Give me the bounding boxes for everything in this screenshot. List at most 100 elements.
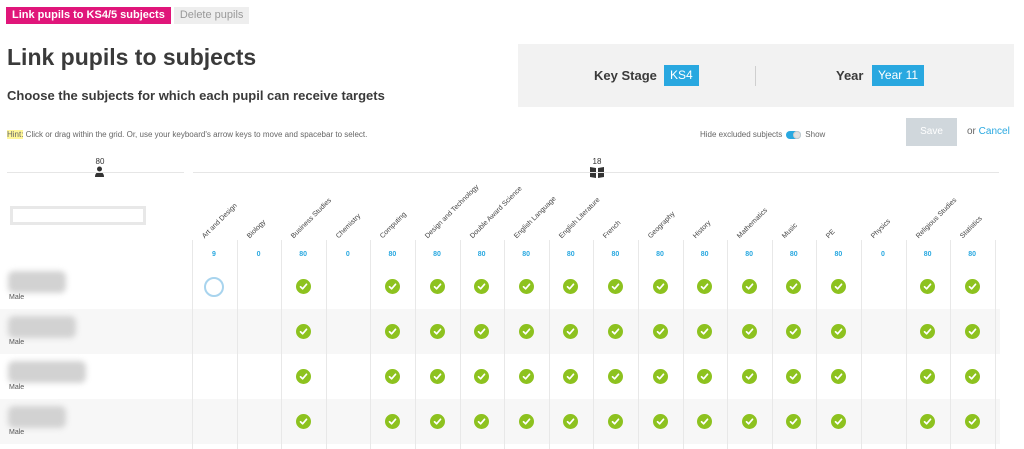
grid-cell[interactable] xyxy=(593,264,637,309)
grid-cell[interactable] xyxy=(460,264,504,309)
grid-cell[interactable] xyxy=(237,354,281,399)
grid-cell[interactable] xyxy=(683,399,727,444)
grid-cell[interactable] xyxy=(192,354,236,399)
grid-cell[interactable] xyxy=(727,309,771,354)
column-header[interactable]: Business Studies 80 xyxy=(281,188,333,258)
column-header[interactable]: Religious Studies 80 xyxy=(906,188,958,258)
column-header[interactable]: English Literature 80 xyxy=(549,188,601,258)
grid-cell[interactable] xyxy=(237,399,281,444)
check-icon xyxy=(295,279,311,294)
grid-cell[interactable] xyxy=(326,264,370,309)
grid-cell[interactable] xyxy=(281,309,325,354)
column-header[interactable]: Biology 0 xyxy=(237,188,281,258)
grid-cell[interactable] xyxy=(816,309,860,354)
context-panel: Key Stage KS4 Year Year 11 xyxy=(518,44,1014,107)
grid-cell[interactable] xyxy=(593,399,637,444)
grid-cell[interactable] xyxy=(683,264,727,309)
grid-cell[interactable] xyxy=(370,399,414,444)
grid-cell[interactable] xyxy=(192,399,236,444)
grid-cell[interactable] xyxy=(861,399,905,444)
grid-cell[interactable] xyxy=(861,264,905,309)
column-header[interactable]: Physics 0 xyxy=(861,188,905,258)
grid-cell[interactable] xyxy=(950,399,994,444)
grid-cell[interactable] xyxy=(504,264,548,309)
grid-cell[interactable] xyxy=(326,309,370,354)
grid-cell[interactable] xyxy=(504,399,548,444)
grid-cell[interactable] xyxy=(683,309,727,354)
grid-cell[interactable] xyxy=(504,309,548,354)
grid-cell[interactable] xyxy=(370,264,414,309)
grid-cell[interactable] xyxy=(906,399,950,444)
grid-cell[interactable] xyxy=(326,354,370,399)
grid-cell[interactable] xyxy=(906,264,950,309)
grid-cell[interactable] xyxy=(906,309,950,354)
grid-cell[interactable] xyxy=(415,309,459,354)
grid-cell[interactable] xyxy=(549,309,593,354)
key-stage-value[interactable]: KS4 xyxy=(664,65,699,86)
grid-cell[interactable] xyxy=(460,354,504,399)
grid-cell[interactable] xyxy=(950,309,994,354)
grid-cell[interactable] xyxy=(370,354,414,399)
column-header[interactable]: PE 80 xyxy=(816,188,860,258)
column-header[interactable]: Double Award Science 80 xyxy=(460,185,524,258)
grid-cell[interactable] xyxy=(326,399,370,444)
column-header[interactable]: Mathematics 80 xyxy=(727,188,771,258)
column-header[interactable]: English Language 80 xyxy=(504,188,558,258)
grid-cell[interactable] xyxy=(192,264,236,309)
grid-cell[interactable] xyxy=(237,264,281,309)
grid-cell[interactable] xyxy=(861,354,905,399)
column-header[interactable]: Design and Technology 80 xyxy=(415,184,480,258)
grid-cell[interactable] xyxy=(415,399,459,444)
grid-cell[interactable] xyxy=(816,354,860,399)
grid-cell[interactable] xyxy=(727,264,771,309)
grid-cell[interactable] xyxy=(950,354,994,399)
tab-link-pupils[interactable]: Link pupils to KS4/5 subjects xyxy=(6,7,171,24)
grid-cell[interactable] xyxy=(281,264,325,309)
tab-delete-pupils[interactable]: Delete pupils xyxy=(173,7,250,24)
grid-cell[interactable] xyxy=(683,354,727,399)
column-header[interactable]: Computing 80 xyxy=(370,188,414,258)
grid-cell[interactable] xyxy=(638,354,682,399)
grid-cell[interactable] xyxy=(415,354,459,399)
grid-cell[interactable] xyxy=(772,399,816,444)
grid-cell[interactable] xyxy=(727,354,771,399)
excluded-subjects-toggle[interactable] xyxy=(786,130,802,139)
grid-cell[interactable] xyxy=(281,354,325,399)
grid-cell[interactable] xyxy=(504,354,548,399)
grid-cell[interactable] xyxy=(861,309,905,354)
year-value[interactable]: Year 11 xyxy=(872,65,925,86)
grid-cell[interactable] xyxy=(237,309,281,354)
save-button[interactable]: Save xyxy=(906,118,957,146)
grid-cell[interactable] xyxy=(370,309,414,354)
column-header[interactable]: Geography 80 xyxy=(638,188,682,258)
grid-cell[interactable] xyxy=(549,354,593,399)
grid-cell[interactable] xyxy=(192,309,236,354)
pupil-search-input[interactable] xyxy=(10,206,146,225)
column-header[interactable]: Statistics 80 xyxy=(950,188,994,258)
grid-cell[interactable] xyxy=(460,309,504,354)
grid-cell[interactable] xyxy=(816,399,860,444)
grid-cell[interactable] xyxy=(816,264,860,309)
grid-cell[interactable] xyxy=(950,264,994,309)
grid-cell[interactable] xyxy=(593,309,637,354)
grid-cell[interactable] xyxy=(549,264,593,309)
column-header[interactable]: History 80 xyxy=(683,188,727,258)
column-header[interactable]: Art and Design 9 xyxy=(192,188,239,258)
grid-cell[interactable] xyxy=(772,264,816,309)
grid-cell[interactable] xyxy=(638,264,682,309)
column-header[interactable]: Music 80 xyxy=(772,188,816,258)
grid-cell[interactable] xyxy=(415,264,459,309)
grid-cell[interactable] xyxy=(460,399,504,444)
grid-cell[interactable] xyxy=(638,309,682,354)
grid-cell[interactable] xyxy=(638,399,682,444)
column-header[interactable]: Chemistry 0 xyxy=(326,188,370,258)
grid-cell[interactable] xyxy=(906,354,950,399)
grid-cell[interactable] xyxy=(772,354,816,399)
grid-cell[interactable] xyxy=(727,399,771,444)
grid-cell[interactable] xyxy=(281,399,325,444)
cancel-link[interactable]: Cancel xyxy=(979,126,1010,137)
column-header[interactable]: French 80 xyxy=(593,188,637,258)
grid-cell[interactable] xyxy=(593,354,637,399)
grid-cell[interactable] xyxy=(772,309,816,354)
grid-cell[interactable] xyxy=(549,399,593,444)
